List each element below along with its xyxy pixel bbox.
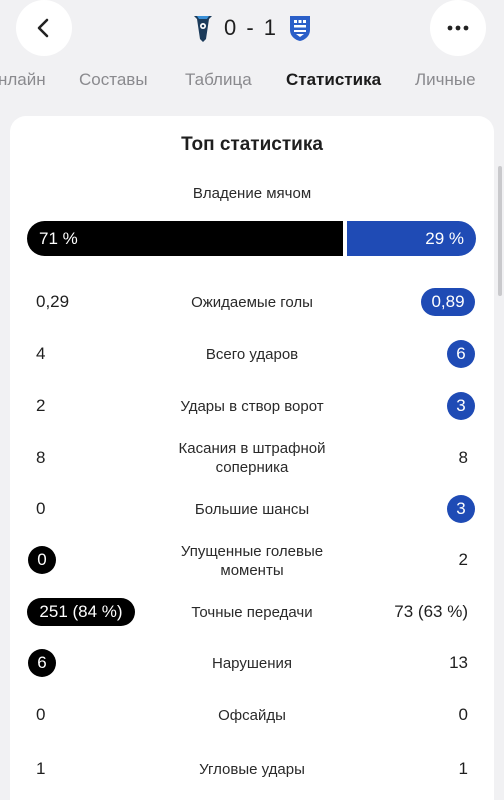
stat-home-value: 0,29 <box>36 292 70 311</box>
tab-table[interactable]: Таблица <box>185 70 252 90</box>
stat-away-value: 2 <box>458 550 468 569</box>
stat-away-value-highlight: 0,89 <box>421 288 475 316</box>
stat-label: Офсайды <box>218 707 286 724</box>
possession-label: Владение мячом <box>192 185 312 202</box>
stat-label: Всего ударов <box>205 346 299 363</box>
stat-label: Угловые удары <box>199 761 305 778</box>
stat-away-value-highlight: 6 <box>447 340 475 368</box>
stat-away-value: 1 <box>458 759 468 778</box>
stat-away-value: 13 <box>449 653 468 672</box>
stat-label: Ожидаемые голы <box>191 294 313 311</box>
match-header: 0 - 1 <box>0 0 504 58</box>
scrollbar[interactable] <box>498 166 502 296</box>
stat-home-value: 4 <box>36 344 46 363</box>
stat-home-value: 1 <box>36 759 46 778</box>
score-text: 0 - 1 <box>223 15 279 40</box>
stat-away-value: 73 (63 %) <box>394 602 468 621</box>
stat-home-value: 0 <box>36 705 46 724</box>
possession-away-value: 29 % <box>425 228 464 248</box>
home-team-crest-icon[interactable] <box>192 13 214 43</box>
possession-bar-away: 29 % <box>347 221 476 256</box>
stat-away-value: 8 <box>458 448 468 467</box>
stat-away-value-highlight: 3 <box>447 392 475 420</box>
card-title: Топ статистика <box>181 134 323 155</box>
possession-bar-home: 71 % <box>27 221 343 256</box>
tab-head-to-head[interactable]: Личные <box>415 70 476 90</box>
stat-home-value-highlight: 6 <box>28 649 56 677</box>
stat-home-value: 0 <box>36 499 46 518</box>
match-statistics-screen: 0 - 1 нлайн Составы Таблица Статистика Л… <box>0 0 504 800</box>
stat-home-value: 2 <box>36 396 46 415</box>
stat-home-value-highlight: 251 (84 %) <box>27 598 135 626</box>
stat-label: Точные передачи <box>191 604 313 621</box>
stat-label: Удары в створ ворот <box>180 398 324 415</box>
stat-label: Нарушения <box>211 655 292 672</box>
stat-home-value-highlight: 0 <box>28 546 56 574</box>
match-score: 0 - 1 <box>0 12 504 44</box>
stat-label: Касания в штрафной соперника <box>178 440 326 476</box>
tab-statistics[interactable]: Статистика <box>286 70 381 90</box>
tab-lineups[interactable]: Составы <box>79 70 148 90</box>
stat-label: Большие шансы <box>194 501 310 518</box>
more-horizontal-icon <box>447 25 469 31</box>
stat-away-value: 0 <box>458 705 468 724</box>
tab-online[interactable]: нлайн <box>0 70 46 90</box>
stat-label: Упущенные голевые моменты <box>180 543 324 579</box>
away-team-crest-icon[interactable] <box>288 14 312 42</box>
stat-away-value-highlight: 3 <box>447 495 475 523</box>
possession-home-value: 71 % <box>39 228 78 248</box>
stat-home-value: 8 <box>36 448 46 467</box>
match-tabs: нлайн Составы Таблица Статистика Личные <box>0 62 504 102</box>
more-button[interactable] <box>430 0 486 56</box>
